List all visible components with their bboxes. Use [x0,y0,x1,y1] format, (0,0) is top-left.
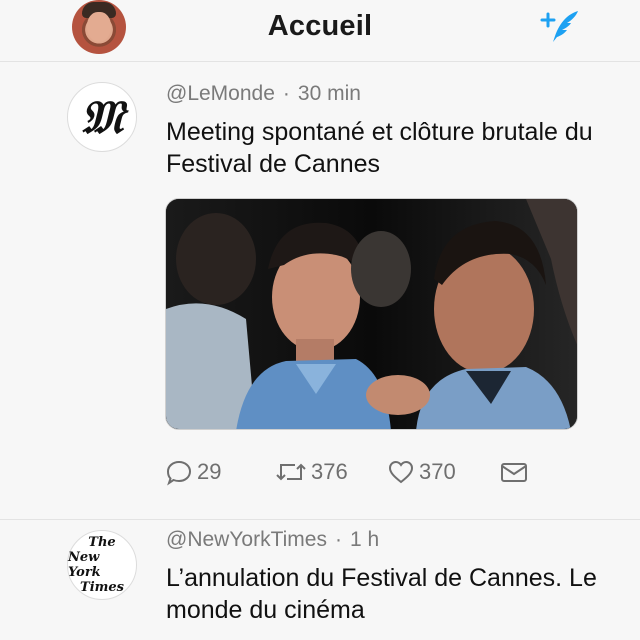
nyt-logo-line: Times [80,580,124,595]
nyt-logo-line: The [88,535,116,550]
like-button[interactable]: 370 [387,454,456,490]
retweet-button[interactable]: 376 [275,454,348,490]
meta-separator: · [334,528,342,551]
tweet-nyt[interactable]: The New York Times @NewYorkTimes · 1 h L’a… [0,520,640,640]
reply-count: 29 [197,459,222,484]
tweet-handle[interactable]: @NewYorkTimes [166,528,327,551]
share-button[interactable] [499,454,529,490]
tweet-meta: @NewYorkTimes · 1 h [166,528,379,552]
top-bar: Accueil [0,0,640,62]
like-count: 370 [419,459,456,484]
tweet-meta: @LeMonde · 30 min [166,82,361,106]
nyt-logo[interactable]: The New York Times [67,530,137,600]
reply-icon [166,460,192,486]
photo-illustration [166,199,577,429]
tweet-time: 30 min [297,82,361,105]
nyt-logo-text: The New York Times [68,535,136,595]
le-monde-logo[interactable]: 𝔐 [67,82,137,152]
le-monde-logo-glyph: 𝔐 [80,90,124,144]
twitter-home-screen: Accueil 𝔐 @LeMonde · 30 min Meeting sponta… [0,0,640,640]
envelope-icon [501,463,527,482]
compose-tweet-icon[interactable] [538,8,582,44]
retweet-icon [276,463,306,481]
nyt-logo-line: New York [68,550,101,580]
retweet-count: 376 [311,459,348,484]
tweet-lemonde[interactable]: 𝔐 @LeMonde · 30 min Meeting spontané et cl… [0,70,640,520]
tweet-handle[interactable]: @LeMonde [166,82,275,105]
heart-icon [388,460,414,484]
meta-separator: · [282,82,290,105]
tweet-text: Meeting spontané et clôture brutale du F… [166,118,593,178]
tweet-text: L’annulation du Festival de Cannes. Le m… [166,564,597,624]
reply-button[interactable]: 29 [165,454,221,490]
tweet-time: 1 h [349,528,380,551]
tweet-actions: 29 376 370 [165,454,545,490]
tweet-photo[interactable] [165,198,578,430]
